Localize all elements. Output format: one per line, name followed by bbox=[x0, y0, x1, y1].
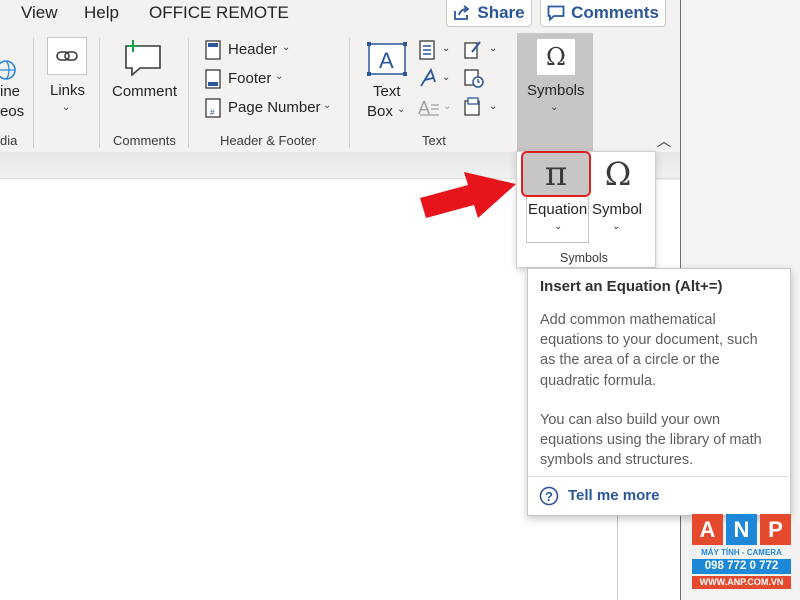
tooltip-divider bbox=[528, 476, 788, 477]
page-number-chevron-down-icon[interactable]: ⌄ bbox=[323, 100, 331, 111]
wordart-icon[interactable] bbox=[419, 67, 437, 93]
equation-label[interactable]: Equation bbox=[528, 201, 587, 218]
collapse-ribbon-icon[interactable]: ︿ bbox=[657, 131, 671, 151]
svg-text:A: A bbox=[379, 48, 394, 73]
media-group-label: dia bbox=[0, 133, 18, 148]
watermark-letter-a: A bbox=[692, 514, 723, 545]
menu-view[interactable]: View bbox=[21, 3, 58, 23]
links-label[interactable]: Links bbox=[50, 82, 85, 99]
pi-icon: π bbox=[544, 154, 568, 194]
group-separator bbox=[33, 38, 34, 148]
watermark-website: WWW.ANP.COM.VN bbox=[692, 576, 791, 589]
links-chevron-down-icon[interactable]: ⌄ bbox=[62, 102, 70, 113]
symbols-group-label: Symbols bbox=[560, 251, 608, 265]
drop-cap-chevron-down-icon: ⌄ bbox=[443, 101, 452, 112]
text-box-icon[interactable]: A bbox=[367, 42, 407, 83]
tooltip-line: symbols and structures. bbox=[540, 452, 694, 469]
menu-office-remote[interactable]: OFFICE REMOTE bbox=[149, 3, 289, 23]
new-comment-icon[interactable] bbox=[122, 38, 166, 81]
date-time-icon[interactable] bbox=[464, 68, 484, 93]
header-footer-group-label: Header & Footer bbox=[220, 133, 317, 148]
equation-tooltip bbox=[527, 268, 791, 516]
tooltip-line: Add common mathematical bbox=[540, 312, 716, 328]
text-box-chevron-down-icon[interactable]: ⌄ bbox=[397, 104, 405, 115]
watermark-phone: 098 772 0 772 bbox=[692, 559, 791, 574]
group-separator bbox=[188, 38, 189, 148]
red-arrow-icon bbox=[418, 160, 518, 225]
footer-chevron-down-icon[interactable]: ⌄ bbox=[275, 71, 283, 82]
share-icon bbox=[454, 5, 470, 20]
footer-icon[interactable] bbox=[205, 69, 221, 94]
object-chevron-down-icon[interactable]: ⌄ bbox=[489, 101, 497, 112]
symbol-omega-icon[interactable]: Ω bbox=[596, 151, 640, 197]
tell-me-more-link[interactable]: Tell me more bbox=[568, 487, 659, 504]
online-videos-label-line1: ine bbox=[0, 83, 21, 100]
share-label: Share bbox=[477, 3, 525, 22]
tooltip-title: Insert an Equation (Alt+=) bbox=[540, 278, 723, 295]
text-box-label-line2[interactable]: Box bbox=[367, 103, 393, 120]
symbols-chevron-down-icon: ⌄ bbox=[550, 102, 559, 113]
footer-label[interactable]: Footer bbox=[228, 70, 271, 87]
quick-parts-icon[interactable] bbox=[419, 40, 437, 65]
equation-chevron-down-icon[interactable]: ⌄ bbox=[554, 221, 562, 232]
comments-button[interactable]: Comments bbox=[540, 0, 666, 27]
header-label[interactable]: Header bbox=[228, 41, 277, 58]
page-number-label[interactable]: Page Number bbox=[228, 99, 321, 116]
watermark-letter-n: N bbox=[726, 514, 757, 545]
text-group-label: Text bbox=[422, 133, 446, 148]
drop-cap-icon: A bbox=[418, 97, 440, 122]
group-separator bbox=[349, 38, 350, 148]
links-icon[interactable] bbox=[47, 37, 87, 75]
tooltip-line: You can also build your own bbox=[540, 412, 721, 428]
wordart-chevron-down-icon[interactable]: ⌄ bbox=[442, 72, 450, 83]
symbol-chevron-down-icon[interactable]: ⌄ bbox=[612, 221, 620, 232]
online-videos-label-line2: eos bbox=[0, 103, 25, 120]
tooltip-paragraph-2: You can also build your own equations us… bbox=[540, 410, 780, 471]
quick-parts-chevron-down-icon[interactable]: ⌄ bbox=[442, 43, 450, 54]
svg-text:#: # bbox=[210, 108, 215, 117]
signature-line-chevron-down-icon[interactable]: ⌄ bbox=[489, 43, 497, 54]
symbol-label[interactable]: Symbol bbox=[592, 201, 642, 218]
svg-text:A: A bbox=[418, 98, 430, 117]
signature-line-icon[interactable] bbox=[464, 40, 482, 65]
object-icon[interactable] bbox=[464, 97, 482, 122]
header-icon[interactable] bbox=[205, 40, 221, 65]
tooltip-line: equations using the library of math bbox=[540, 432, 762, 449]
share-button[interactable]: Share bbox=[446, 0, 532, 27]
comments-group-label: Comments bbox=[113, 133, 176, 148]
tooltip-line: equations to your document, such bbox=[540, 332, 758, 349]
tooltip-paragraph-1: Add common mathematical equations to you… bbox=[540, 310, 780, 391]
comment-icon bbox=[547, 5, 565, 21]
comments-label: Comments bbox=[571, 3, 659, 22]
tooltip-line: as the area of a circle or the bbox=[540, 352, 720, 369]
watermark-tagline: MÁY TÍNH - CAMERA bbox=[701, 548, 782, 557]
tooltip-line: quadratic formula. bbox=[540, 372, 657, 389]
symbols-label: Symbols bbox=[527, 82, 585, 99]
help-question-icon[interactable]: ? bbox=[539, 486, 559, 511]
omega-icon: Ω bbox=[536, 38, 576, 76]
group-separator bbox=[99, 38, 100, 148]
menu-help[interactable]: Help bbox=[84, 3, 119, 23]
watermark-letter-p: P bbox=[760, 514, 791, 545]
page-number-icon[interactable]: # bbox=[205, 98, 221, 123]
header-chevron-down-icon[interactable]: ⌄ bbox=[282, 42, 290, 53]
text-box-label-line1[interactable]: Text bbox=[373, 83, 401, 100]
comment-label[interactable]: Comment bbox=[112, 83, 177, 100]
svg-text:?: ? bbox=[545, 489, 553, 504]
